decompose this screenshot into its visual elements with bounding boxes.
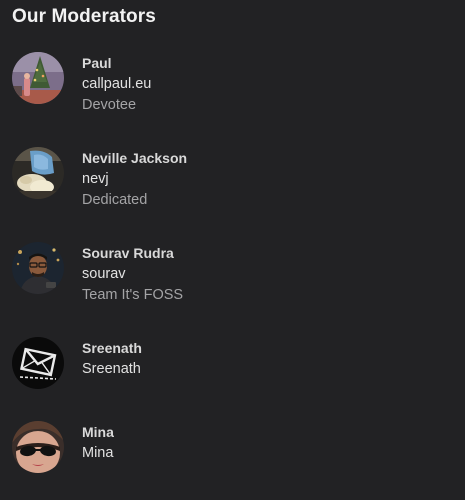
moderator-item-neville-jackson[interactable]: Neville Jackson nevj Dedicated bbox=[12, 147, 452, 208]
moderator-item-paul[interactable]: Paul callpaul.eu Devotee bbox=[12, 52, 452, 113]
moderator-item-sourav-rudra[interactable]: Sourav Rudra sourav Team It's FOSS bbox=[12, 242, 452, 303]
moderator-info: Sreenath Sreenath bbox=[82, 339, 142, 380]
moderator-name[interactable]: Sreenath bbox=[82, 339, 142, 357]
moderator-item-sreenath[interactable]: Sreenath Sreenath bbox=[12, 337, 452, 393]
moderator-title: Dedicated bbox=[82, 192, 148, 208]
photo-avatar-blue-shirt bbox=[12, 147, 64, 199]
moderator-info: Mina Mina bbox=[82, 423, 114, 464]
moderator-name[interactable]: Mina bbox=[82, 423, 114, 441]
moderator-username: nevj bbox=[82, 171, 109, 187]
section-heading: Our Moderators bbox=[12, 6, 156, 27]
moderator-name[interactable]: Sourav Rudra bbox=[82, 244, 183, 262]
moderator-username: sourav bbox=[82, 266, 126, 282]
moderator-username: Sreenath bbox=[82, 361, 141, 377]
avatar-neville-jackson[interactable] bbox=[12, 147, 64, 199]
avatar-mina[interactable] bbox=[12, 421, 64, 473]
moderator-name[interactable]: Neville Jackson bbox=[82, 149, 187, 167]
photo-avatar-sunglasses bbox=[12, 421, 64, 473]
photo-avatar-christmas-tree bbox=[12, 52, 64, 104]
moderator-info: Sourav Rudra sourav Team It's FOSS bbox=[82, 244, 183, 306]
avatar-paul[interactable] bbox=[12, 52, 64, 104]
moderator-title: Team It's FOSS bbox=[82, 287, 184, 303]
moderator-title: Devotee bbox=[82, 97, 137, 113]
moderator-username: Mina bbox=[82, 445, 114, 461]
envelope-icon bbox=[12, 337, 64, 389]
moderator-item-mina[interactable]: Mina Mina bbox=[12, 421, 452, 477]
moderators-panel: Our Moderators Paul callpaul.eu Devotee bbox=[0, 0, 465, 500]
avatar-sreenath[interactable] bbox=[12, 337, 64, 389]
photo-avatar-man-glasses bbox=[12, 242, 64, 294]
moderator-info: Neville Jackson nevj Dedicated bbox=[82, 149, 187, 211]
moderator-username: callpaul.eu bbox=[82, 76, 152, 92]
moderator-info: Paul callpaul.eu Devotee bbox=[82, 54, 151, 116]
moderator-name[interactable]: Paul bbox=[82, 54, 151, 72]
avatar-sourav-rudra[interactable] bbox=[12, 242, 64, 294]
